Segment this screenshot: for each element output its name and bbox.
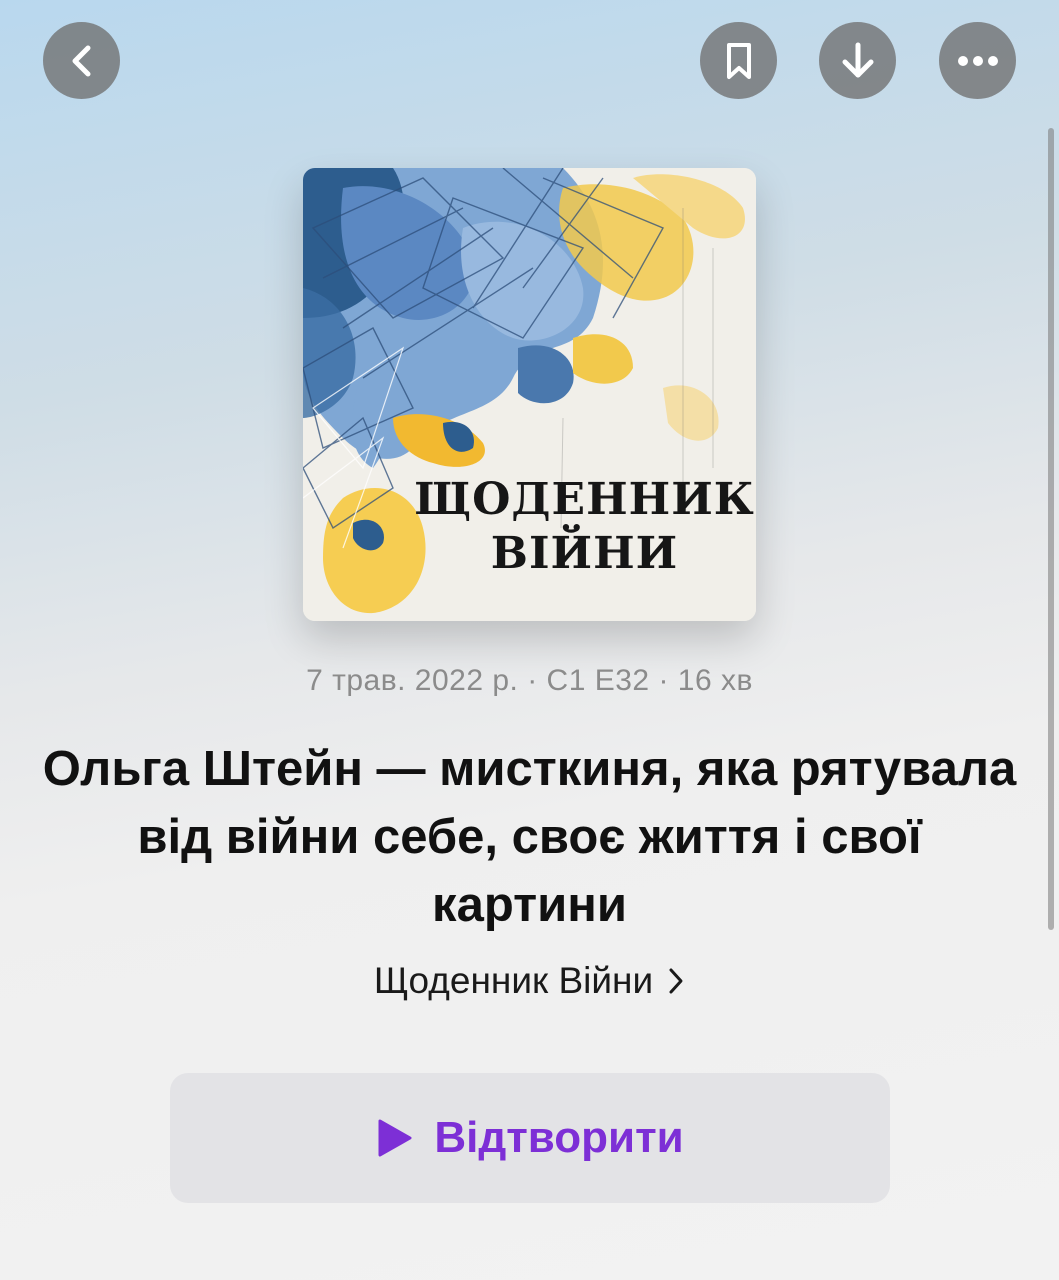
ellipsis-icon: [957, 55, 998, 66]
artwork-title: ЩОДЕННИК ВІЙНИ: [303, 473, 756, 581]
scrollbar[interactable]: [1048, 128, 1054, 930]
download-button[interactable]: [819, 22, 896, 99]
show-link[interactable]: Щоденник Війни: [0, 960, 1059, 1002]
bookmark-icon: [726, 42, 751, 79]
bookmark-button[interactable]: [700, 22, 777, 99]
episode-meta: 7 трав. 2022 р. · С1 Е32 · 16 хв: [306, 664, 753, 697]
show-name: Щоденник Війни: [373, 960, 654, 1001]
play-button[interactable]: Відтворити: [170, 1073, 890, 1203]
artwork-title-line1: ЩОДЕННИК: [414, 474, 755, 525]
episode-title: Ольга Штейн — мисткиня, яка рятувала від…: [42, 742, 1017, 932]
podcast-artwork: ЩОДЕННИК ВІЙНИ: [303, 168, 756, 621]
play-icon: [378, 1119, 412, 1157]
back-button[interactable]: [43, 22, 120, 99]
arrow-down-icon: [842, 42, 873, 77]
chevron-right-icon: [669, 968, 683, 994]
more-button[interactable]: [939, 22, 1016, 99]
artwork-title-line2: ВІЙНИ: [490, 528, 679, 579]
play-label: Відтворити: [434, 1113, 684, 1162]
chevron-left-icon: [72, 45, 90, 76]
